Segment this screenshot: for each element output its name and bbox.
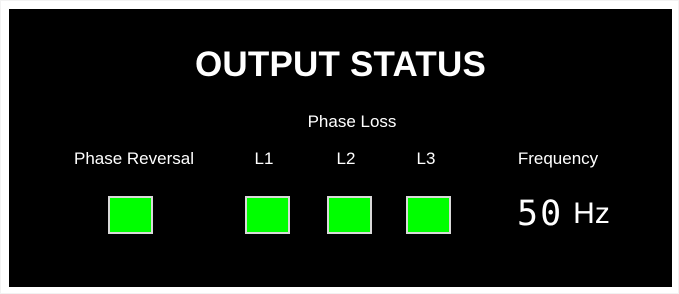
phase-loss-label: Phase Loss [307,112,397,131]
l1-label: L1 [254,149,274,168]
frequency-unit: Hz [573,197,610,230]
l2-indicator [327,196,372,234]
frequency-value: 50 [517,194,564,234]
phase-reversal-indicator [108,196,153,234]
panel-title: OUTPUT STATUS [194,45,486,84]
output-status-panel: OUTPUT STATUS Phase Loss Phase Reversal … [9,9,672,287]
l3-indicator [406,196,451,234]
window-frame: OUTPUT STATUS Phase Loss Phase Reversal … [0,0,679,294]
frequency-label: Frequency [517,149,599,168]
l1-indicator [245,196,290,234]
l2-label: L2 [336,149,356,168]
phase-reversal-label: Phase Reversal [73,149,194,168]
l3-label: L3 [416,149,436,168]
frequency-readout: 50 Hz [517,192,610,236]
